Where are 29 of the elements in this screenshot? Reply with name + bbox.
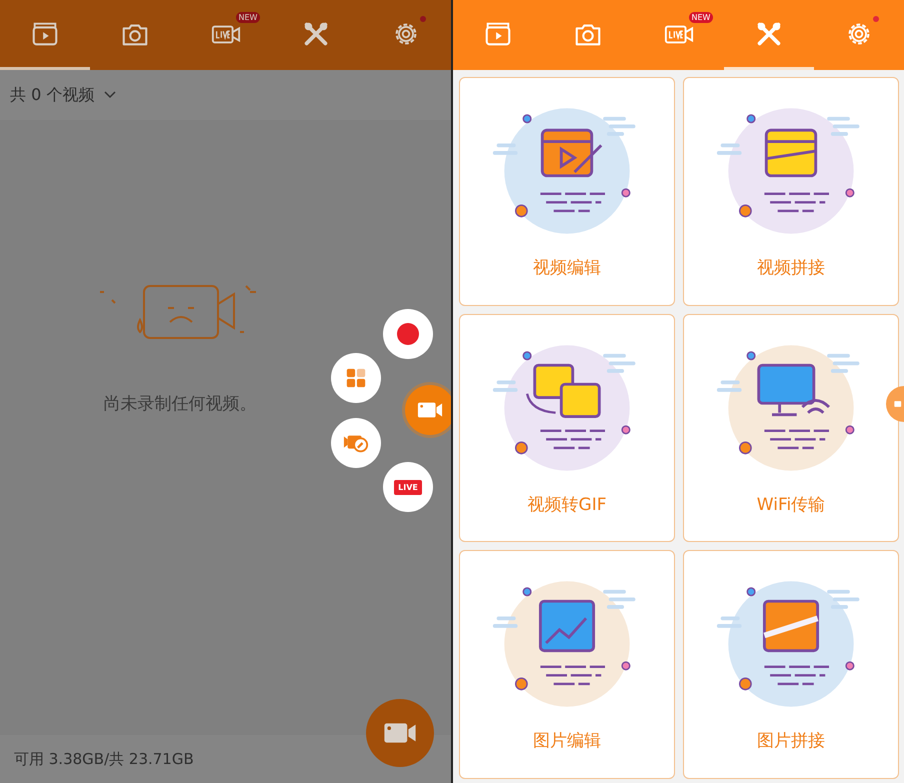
camera-button[interactable]: [405, 385, 451, 435]
new-badge: NEW: [236, 12, 260, 23]
live-button[interactable]: LIVE: [383, 462, 433, 512]
tool-label: 图片编辑: [533, 730, 601, 752]
storage-text: 可用 3.38GB/共 23.71GB: [14, 750, 194, 768]
new-badge: NEW: [688, 12, 714, 23]
tool-card[interactable]: 图片拼接: [683, 550, 899, 779]
tool-label: 视频编辑: [533, 257, 601, 279]
camera-tool-button[interactable]: [331, 418, 381, 468]
tool-label: WiFi传输: [756, 494, 826, 516]
chevron-down-icon: [104, 91, 116, 99]
tool-card[interactable]: 视频拼接: [683, 77, 899, 306]
tool-card[interactable]: 视频转GIF: [459, 314, 675, 542]
tool-card[interactable]: 视频编辑: [459, 77, 675, 306]
tool-label: 视频转GIF: [528, 494, 606, 516]
tool-label: 图片拼接: [757, 730, 825, 752]
empty-message: 尚未录制任何视频。: [104, 393, 256, 415]
video-count-dropdown[interactable]: 共 0 个视频: [10, 84, 94, 106]
apps-button[interactable]: [331, 353, 381, 403]
record-button[interactable]: [383, 309, 433, 359]
tool-label: 视频拼接: [757, 257, 825, 279]
live-camera-icon: LIVE: [394, 480, 422, 494]
tab[interactable]: NEW: [180, 0, 271, 70]
video-camera-icon: [894, 399, 904, 409]
video-camera-icon: [383, 721, 417, 745]
record-dot-icon: [397, 323, 419, 345]
tab[interactable]: NEW: [633, 0, 724, 70]
tool-card[interactable]: WiFi传输: [683, 314, 899, 542]
tool-card[interactable]: 图片编辑: [459, 550, 675, 779]
